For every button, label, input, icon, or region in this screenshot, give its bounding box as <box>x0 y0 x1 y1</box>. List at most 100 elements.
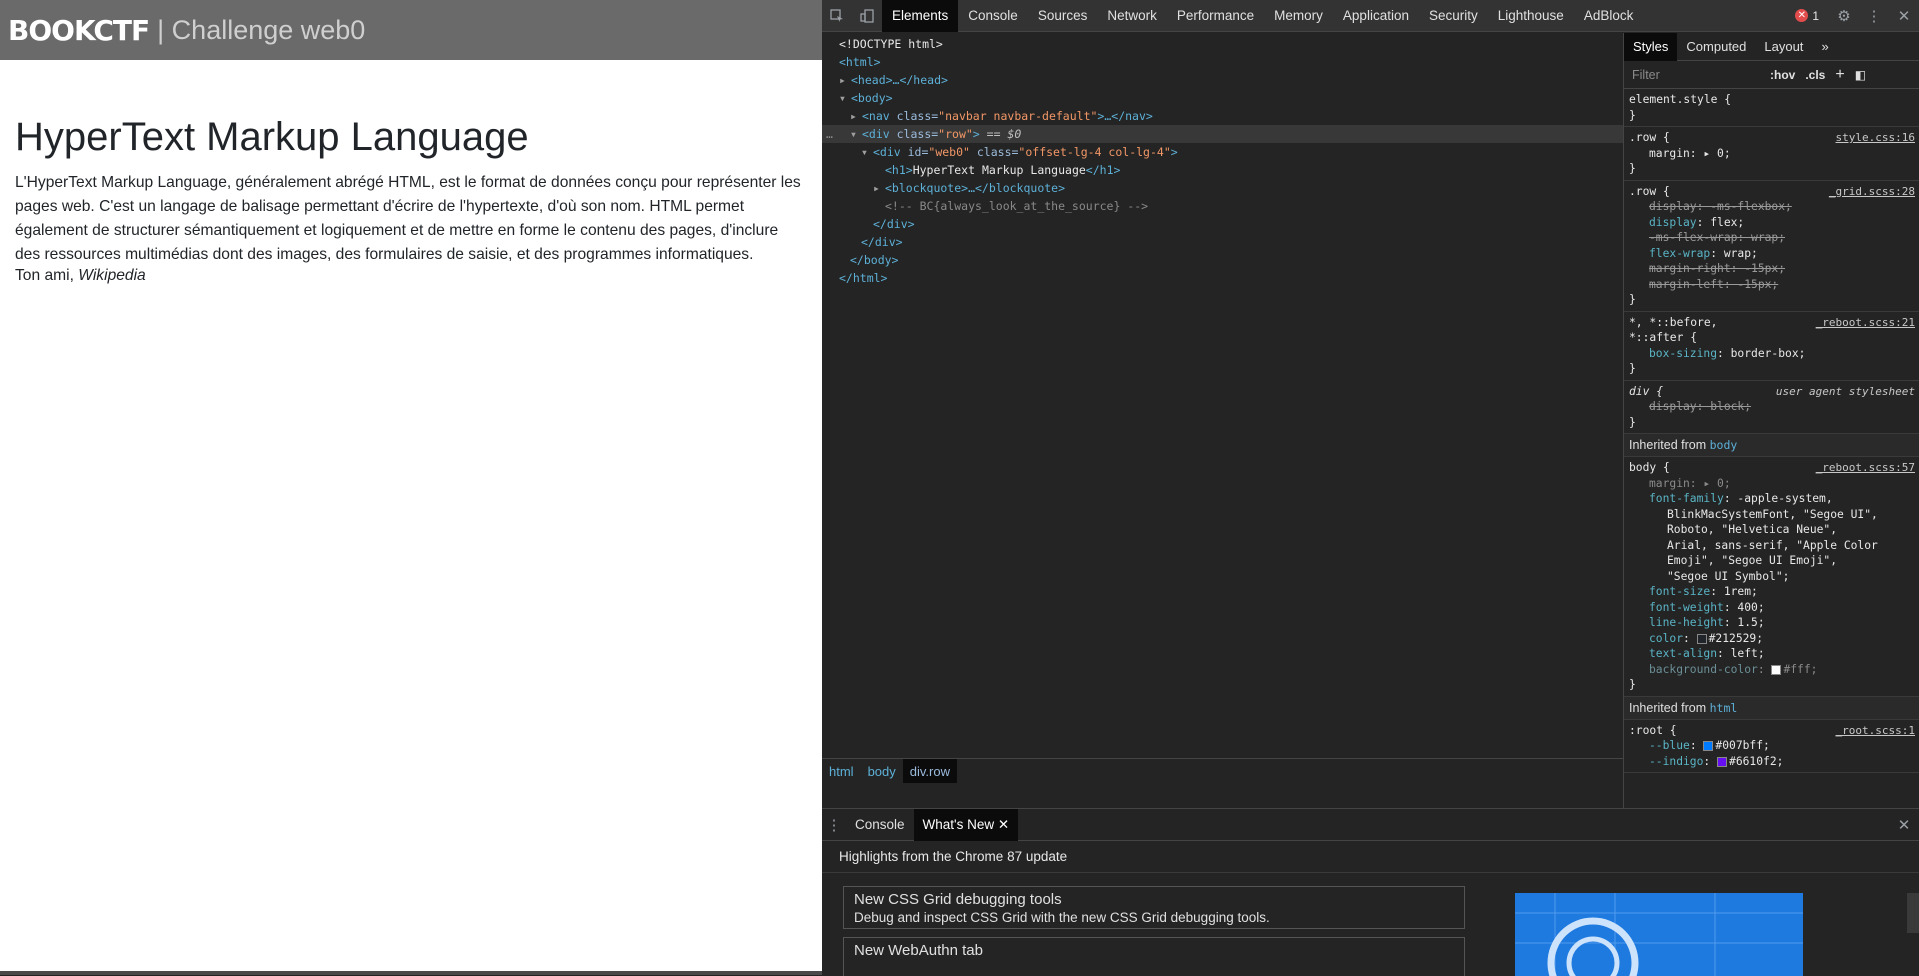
expand-triangle-icon[interactable]: ▸ <box>839 71 851 89</box>
device-toolbar-icon[interactable] <box>852 0 882 32</box>
rule-declaration[interactable]: line-height: 1.5; <box>1629 615 1915 631</box>
close-devtools-icon[interactable]: ✕ <box>1889 0 1919 32</box>
dom-blockquote[interactable]: ▸ <blockquote>…</blockquote> <box>822 179 1623 197</box>
rule-row-style-css[interactable]: .row { style.css:16 margin: ▸ 0; } <box>1624 127 1919 181</box>
rule-declaration[interactable]: text-align: left; <box>1629 646 1915 662</box>
breadcrumb-html[interactable]: html <box>822 759 861 783</box>
rule-declaration[interactable]: margin: ▸ 0; <box>1629 146 1915 162</box>
more-options-icon[interactable]: ⋮ <box>1859 0 1889 32</box>
tab-layout[interactable]: Layout <box>1755 33 1812 61</box>
dom-html-close[interactable]: </html> <box>822 269 1623 287</box>
tab-network[interactable]: Network <box>1097 0 1167 32</box>
tab-sources[interactable]: Sources <box>1028 0 1098 32</box>
rule-declaration[interactable]: --indigo: #6610f2; <box>1629 754 1915 770</box>
inspect-element-icon[interactable] <box>822 0 852 32</box>
rule-declaration-overridden[interactable]: -ms-flex-wrap: wrap; <box>1629 230 1915 246</box>
expand-triangle-icon[interactable]: ▸ <box>873 179 885 197</box>
dom-html-open[interactable]: <html> <box>822 53 1623 71</box>
collapse-triangle-icon[interactable]: ▾ <box>850 125 862 143</box>
tab-lighthouse[interactable]: Lighthouse <box>1488 0 1574 32</box>
whats-new-card[interactable]: New CSS Grid debugging tools Debug and i… <box>843 886 1465 929</box>
site-brand-logo[interactable]: BOOKCTF <box>8 14 150 47</box>
rule-div-user-agent[interactable]: div { user agent stylesheet display: blo… <box>1624 381 1919 434</box>
tab-application[interactable]: Application <box>1333 0 1419 32</box>
page-bottom-scrollbar[interactable] <box>0 971 822 975</box>
color-swatch[interactable] <box>1771 664 1782 675</box>
tab-computed[interactable]: Computed <box>1677 33 1755 61</box>
rule-declaration[interactable]: box-sizing: border-box; <box>1629 346 1915 362</box>
rule-declaration[interactable]: font-size: 1rem; <box>1629 584 1915 600</box>
drawer-scrollbar[interactable] <box>1907 893 1919 933</box>
rule-source-link[interactable]: _grid.scss:28 <box>1829 184 1915 200</box>
tab-security[interactable]: Security <box>1419 0 1488 32</box>
dom-div-close-inner[interactable]: </div> <box>822 215 1623 233</box>
tab-console[interactable]: Console <box>958 0 1028 32</box>
collapse-triangle-icon[interactable]: ▾ <box>839 89 851 107</box>
rule-source-link[interactable]: _root.scss:1 <box>1836 723 1915 739</box>
rule-declaration-inactive[interactable]: background-color: #fff; <box>1629 662 1915 678</box>
rule-close-brace: } <box>1629 678 1636 691</box>
expand-triangle-icon[interactable]: ▸ <box>850 107 862 125</box>
rule-universal[interactable]: *, *::before, _reboot.scss:21 *::after {… <box>1624 312 1919 381</box>
tab-styles[interactable]: Styles <box>1624 33 1678 61</box>
collapse-triangle-icon[interactable]: ▾ <box>861 143 873 161</box>
dom-doctype[interactable]: <!DOCTYPE html> <box>822 35 1623 53</box>
rule-source-link[interactable]: style.css:16 <box>1836 130 1915 146</box>
rule-row-grid-scss[interactable]: .row { _grid.scss:28 display: -ms-flexbo… <box>1624 181 1919 312</box>
tab-memory[interactable]: Memory <box>1264 0 1333 32</box>
drawer-tab-whats-new[interactable]: What's New ✕ <box>913 808 1019 841</box>
rule-declaration-overridden[interactable]: margin-right: -15px; <box>1629 261 1915 277</box>
breadcrumb-div-row[interactable]: div.row <box>902 759 957 783</box>
dom-div-close-outer[interactable]: </div> <box>822 233 1623 251</box>
toggle-sidebar-icon[interactable]: ◧ <box>1855 68 1866 82</box>
card-description: Debug and inspect CSS Grid with the new … <box>854 910 1270 925</box>
dom-h1[interactable]: <h1>HyperText Markup Language</h1> <box>822 161 1623 179</box>
rule-declaration-inactive[interactable]: margin: ▸ 0; <box>1629 476 1915 492</box>
rule-declaration-overridden[interactable]: display: -ms-flexbox; <box>1629 199 1915 215</box>
styles-filter-input[interactable] <box>1630 66 1760 83</box>
drawer-tab-console[interactable]: Console <box>846 809 914 841</box>
dom-nav[interactable]: ▸ <nav class="navbar navbar-default">…</n… <box>822 107 1623 125</box>
hov-toggle[interactable]: :hov <box>1770 68 1795 82</box>
dom-head[interactable]: ▸ <head>…</head> <box>822 71 1623 89</box>
dom-div-web0[interactable]: ▾ <div id="web0" class="offset-lg-4 col-l… <box>822 143 1623 161</box>
rule-body[interactable]: body { _reboot.scss:57 margin: ▸ 0; font… <box>1624 457 1919 697</box>
rule-declaration[interactable]: --blue: #007bff; <box>1629 738 1915 754</box>
drawer-menu-icon[interactable]: ⋮ <box>822 809 846 841</box>
rule-root[interactable]: :root { _root.scss:1 --blue: #007bff; --… <box>1624 720 1919 773</box>
new-rule-plus-icon[interactable]: + <box>1835 66 1844 84</box>
color-swatch[interactable] <box>1717 756 1728 767</box>
page-heading: HyperText Markup Language <box>15 115 529 159</box>
card-title: New WebAuthn tab <box>854 942 983 959</box>
tab-performance[interactable]: Performance <box>1167 0 1264 32</box>
breadcrumb-body[interactable]: body <box>861 759 903 783</box>
close-drawer-icon[interactable]: ✕ <box>1889 809 1919 841</box>
rule-close-brace: } <box>1629 415 1636 429</box>
close-tab-icon[interactable]: ✕ <box>998 817 1009 833</box>
rule-source-link[interactable]: _reboot.scss:21 <box>1816 315 1915 331</box>
rule-declaration[interactable]: font-family: -apple-system, <box>1629 491 1915 507</box>
dom-comment[interactable]: <!-- BC{always_look_at_the_source} --> <box>822 197 1623 215</box>
cls-toggle[interactable]: .cls <box>1805 68 1825 82</box>
rule-declaration[interactable]: flex-wrap: wrap; <box>1629 246 1915 262</box>
ellipsis-icon[interactable]: … <box>826 125 850 143</box>
dom-body-open[interactable]: ▾ <body> <box>822 89 1623 107</box>
rule-source-link[interactable]: _reboot.scss:57 <box>1816 460 1915 476</box>
settings-gear-icon[interactable]: ⚙ <box>1829 0 1859 32</box>
rule-declaration-overridden[interactable]: margin-left: -15px; <box>1629 277 1915 293</box>
tab-adblock[interactable]: AdBlock <box>1574 0 1644 32</box>
whats-new-card[interactable]: New WebAuthn tab <box>843 937 1465 976</box>
dom-div-row-selected[interactable]: … ▾ <div class="row"> == $0 <box>822 125 1623 143</box>
more-tabs-chevron-icon[interactable]: » <box>1812 33 1837 61</box>
tab-elements[interactable]: Elements <box>882 0 959 32</box>
rule-declaration[interactable]: color: #212529; <box>1629 631 1915 647</box>
rule-element-style[interactable]: element.style { } <box>1624 89 1919 127</box>
rule-declaration[interactable]: display: flex; <box>1629 215 1915 231</box>
color-swatch[interactable] <box>1703 741 1714 751</box>
error-counter[interactable]: ✕ 1 <box>1795 9 1819 23</box>
rule-declaration-overridden[interactable]: display: block; <box>1629 399 1915 415</box>
dom-body-close[interactable]: </body> <box>822 251 1623 269</box>
color-swatch[interactable] <box>1696 633 1707 644</box>
rule-declaration[interactable]: font-weight: 400; <box>1629 600 1915 616</box>
elements-panel: <!DOCTYPE html> <html> ▸ <head>…</head> ▾… <box>822 33 1623 783</box>
